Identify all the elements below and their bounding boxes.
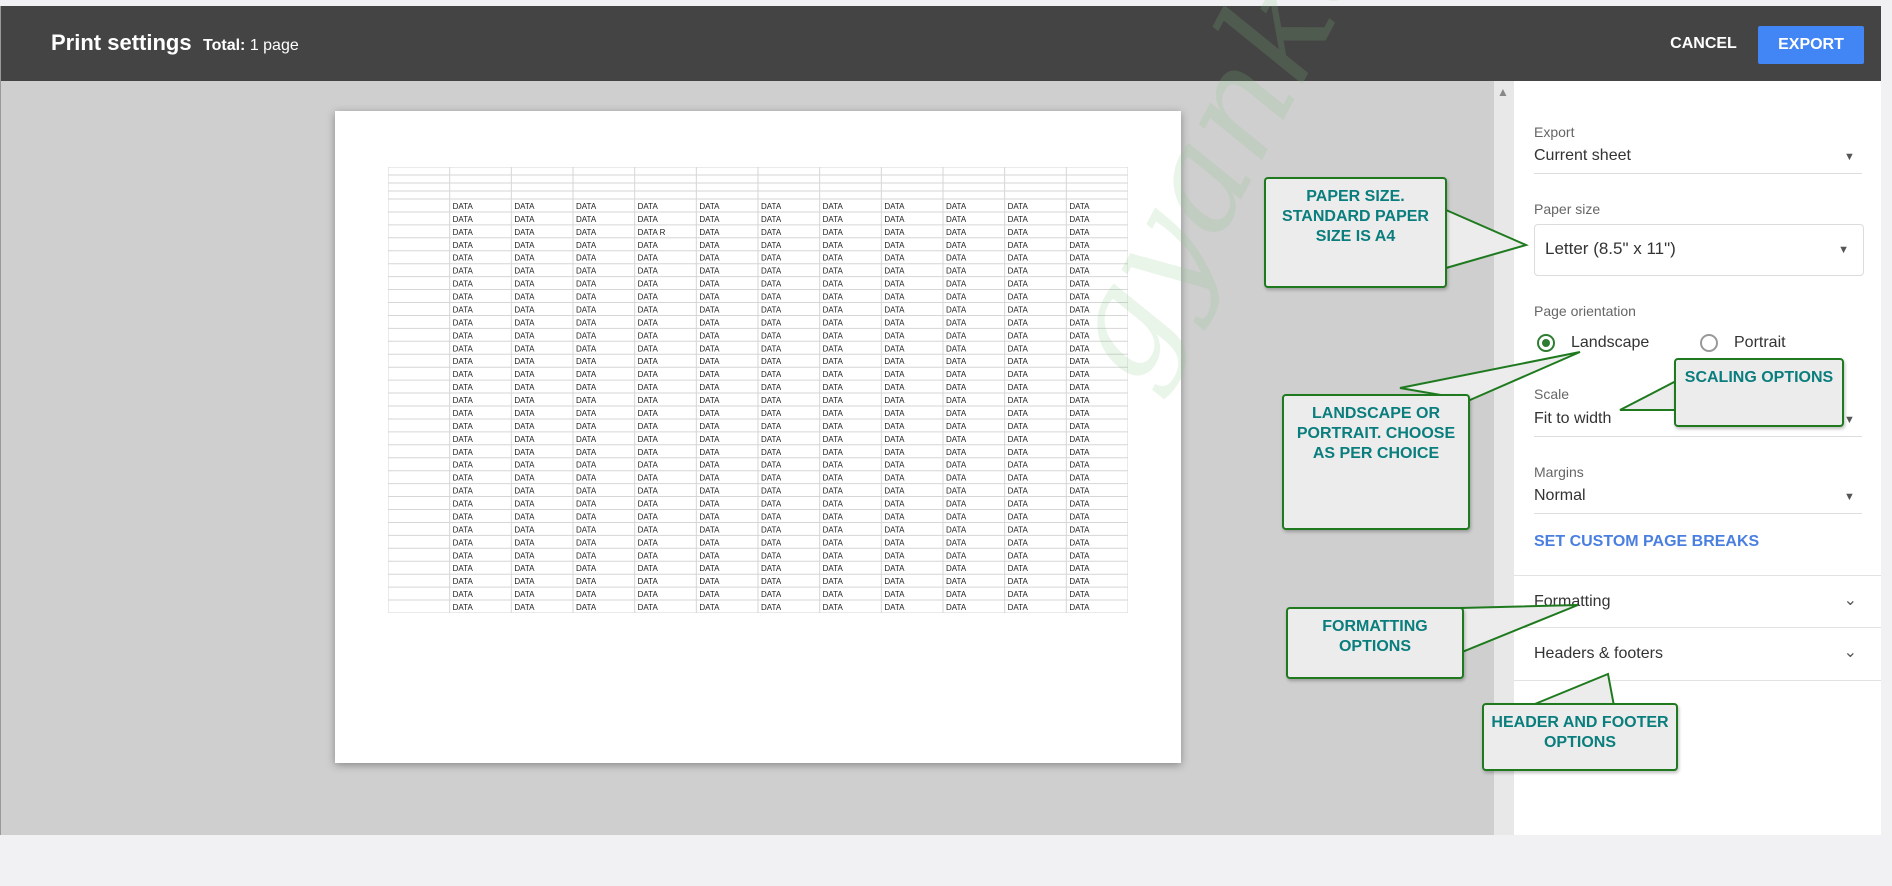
callout-orientation: LANDSCAPE OR PORTRAIT. CHOOSE AS PER CHO…: [1282, 394, 1470, 530]
callout-header-footer: HEADER AND FOOTER OPTIONS: [1482, 703, 1678, 771]
callout-tail-formatting: [1458, 604, 1579, 654]
callout-tail-scaling: [1619, 378, 1679, 411]
callout-paper-size: PAPER SIZE. STANDARD PAPER SIZE IS A4: [1264, 177, 1447, 288]
callout-tail-orientation: [1399, 351, 1581, 402]
callout-tail-header-footer: [1529, 672, 1616, 707]
callout-tail-paper: [1445, 208, 1529, 270]
callout-formatting: FORMATTING OPTIONS: [1286, 607, 1464, 679]
callout-scaling: SCALING OPTIONS: [1674, 358, 1844, 427]
